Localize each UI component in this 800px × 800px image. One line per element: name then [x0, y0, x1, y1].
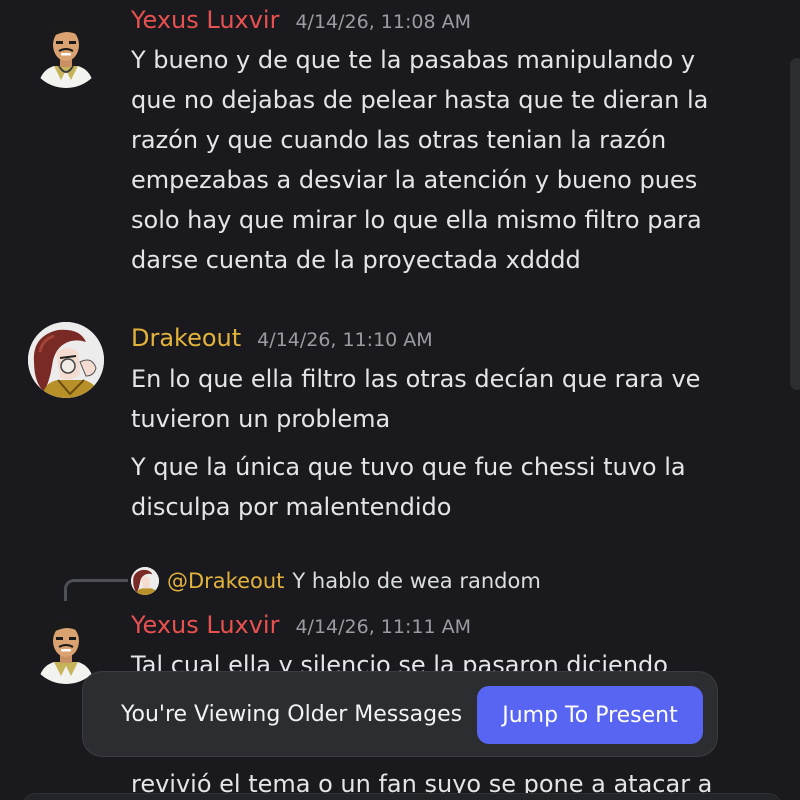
message-line: disculpa por malentendido — [131, 493, 452, 521]
username[interactable]: Yexus Luxvir — [131, 4, 279, 36]
reply-mention[interactable]: @Drakeout — [167, 569, 284, 593]
message-line: que no dejabas de pelear hasta que te di… — [131, 86, 709, 114]
message-text: Y bueno y de que te la pasabas manipulan… — [131, 40, 771, 280]
message-text: Y que la única que tuvo que fue chessi t… — [131, 447, 771, 527]
message-line: Y bueno y de que te la pasabas manipulan… — [131, 46, 696, 74]
message-line: razón y que cuando las otras tenian la r… — [131, 126, 667, 154]
message-header: Yexus Luxvir 4/14/26, 11:11 AM — [131, 609, 471, 641]
reply-reference[interactable]: @Drakeout Y hablo de wea random — [131, 566, 541, 596]
message-header: Drakeout 4/14/26, 11:10 AM — [131, 322, 433, 354]
message-text: En lo que ella filtro las otras decían q… — [131, 359, 771, 439]
message-line: tuvieron un problema — [131, 405, 391, 433]
message-header: Yexus Luxvir 4/14/26, 11:08 AM — [131, 4, 471, 36]
message-line: empezabas a desviar la atención y bueno … — [131, 166, 698, 194]
older-messages-banner: You're Viewing Older Messages Jump To Pr… — [82, 671, 718, 757]
message-line: darse cuenta de la proyectada xdddd — [131, 246, 581, 274]
anime-character-avatar-icon — [131, 567, 159, 595]
message-line: solo hay que mirar lo que ella mismo fil… — [131, 206, 702, 234]
jump-to-present-button[interactable]: Jump To Present — [477, 686, 703, 744]
cartoon-man-avatar-icon[interactable] — [28, 12, 104, 88]
reply-preview-text[interactable]: Y hablo de wea random — [292, 569, 540, 593]
timestamp: 4/14/26, 11:08 AM — [295, 11, 471, 33]
timestamp: 4/14/26, 11:10 AM — [257, 329, 433, 351]
message-composer[interactable] — [22, 793, 782, 800]
chat-message-list[interactable]: Yexus Luxvir 4/14/26, 11:08 AM Y bueno y… — [0, 0, 800, 800]
message-line: En lo que ella filtro las otras decían q… — [131, 365, 701, 393]
message-line: Y que la única que tuvo que fue chessi t… — [131, 453, 686, 481]
username[interactable]: Yexus Luxvir — [131, 609, 279, 641]
timestamp: 4/14/26, 11:11 AM — [295, 616, 471, 638]
anime-character-avatar-icon[interactable] — [28, 322, 104, 398]
banner-text: You're Viewing Older Messages — [121, 701, 463, 727]
username[interactable]: Drakeout — [131, 322, 241, 354]
scrollbar[interactable] — [790, 58, 800, 390]
reply-connector — [64, 579, 128, 601]
